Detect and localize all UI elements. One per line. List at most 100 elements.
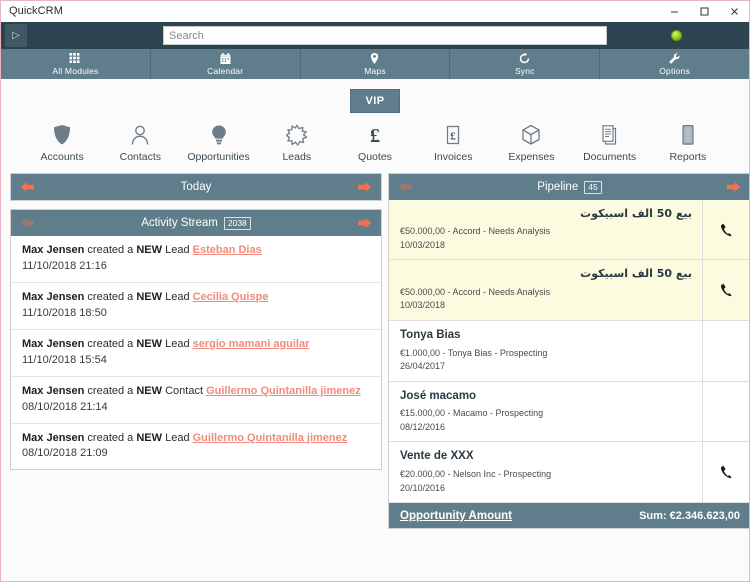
module-invoices[interactable]: £ Invoices [416,123,490,163]
vip-button[interactable]: VIP [350,89,400,113]
activity-record-link[interactable]: Esteban Dias [193,244,262,256]
module-label: Leads [282,151,311,163]
activity-actor: Max Jensen [22,338,84,350]
activity-record-link[interactable]: Guillermo Quintanilla jimenez [193,432,348,444]
today-panel: Today [10,173,382,201]
pipeline-prev-button[interactable] [398,181,413,194]
activity-row[interactable]: Max Jensen created a NEW Lead Esteban Di… [11,236,381,283]
close-button[interactable] [719,1,749,22]
activity-stream-panel: Activity Stream 2038 Max Jensen created … [10,209,382,470]
title-bar: QuickCRM [1,1,749,22]
activity-stream-title: Activity Stream 2038 [35,217,357,230]
pipeline-next-button[interactable] [726,181,741,194]
module-quotes[interactable]: £ Quotes [338,123,412,163]
activity-stream-header: Activity Stream 2038 [11,210,381,236]
nav-tab-maps[interactable]: Maps [301,49,451,79]
activity-row[interactable]: Max Jensen created a NEW Contact Guiller… [11,377,381,424]
minimize-icon [669,6,680,17]
app-window: QuickCRM ▷ [0,0,750,582]
pipeline-opportunity-date: 10/03/2018 [400,239,692,253]
minimize-button[interactable] [659,1,689,22]
module-row: Accounts Contacts [1,113,749,169]
activity-row[interactable]: Max Jensen created a NEW Lead sergio mam… [11,330,381,377]
activity-date: 11/10/2018 18:50 [22,306,372,322]
module-label: Expenses [508,151,554,163]
pipeline-row[interactable]: بيع 50 الف اسبيكوت €50.000,00 - Accord - … [389,200,749,260]
pipeline-row[interactable]: José macamo €15.000,00 - Macamo - Prospec… [389,382,749,443]
pipeline-row-main: Tonya Bias€1.000,00 - Tonya Bias - Prosp… [389,321,702,381]
arrow-right-icon [357,217,372,229]
nav-tab-sync[interactable]: Sync [450,49,600,79]
today-panel-title: Today [35,181,357,193]
search-bar: ▷ [1,22,749,49]
documents-icon [600,123,620,147]
svg-text:£: £ [450,131,456,143]
pipeline-header: Pipeline 45 [389,174,749,200]
maximize-button[interactable] [689,1,719,22]
pipeline-row[interactable]: Vente de XXX€20.000,00 - Nelson Inc - Pr… [389,442,749,503]
activity-row[interactable]: Max Jensen created a NEW Lead Guillermo … [11,424,381,470]
module-label: Accounts [41,151,84,163]
module-reports[interactable]: Reports [651,123,725,163]
today-panel-header: Today [11,174,381,200]
maximize-icon [699,6,710,17]
pipeline-title: Pipeline 45 [413,181,726,194]
activity-actor: Max Jensen [22,385,84,397]
nav-tab-label: Options [659,66,690,76]
activity-record-link[interactable]: Cecilia Quispe [193,291,269,303]
module-opportunities[interactable]: Opportunities [182,123,256,163]
pipeline-opportunity-detail: €50.000,00 - Accord - Needs Analysis [400,225,692,239]
pipeline-call-button [702,321,749,381]
activity-date: 11/10/2018 15:54 [22,353,372,369]
opportunity-amount-link[interactable]: Opportunity Amount [400,510,512,522]
module-contacts[interactable]: Contacts [103,123,177,163]
module-documents[interactable]: Documents [573,123,647,163]
module-label: Documents [583,151,636,163]
pipeline-sum-value: Sum: €2.346.623,00 [639,510,740,522]
pipeline-panel: Pipeline 45 بيع 50 الف اسبيكوت €50.000,00… [388,173,749,529]
activity-actor: Max Jensen [22,244,84,256]
nav-tab-all-modules[interactable]: All Modules [1,49,151,79]
pipeline-call-button[interactable] [702,260,749,319]
back-button[interactable]: ▷ [5,24,27,47]
activity-text: Max Jensen created a NEW Lead Cecilia Qu… [22,290,372,306]
pipeline-opportunity-detail: €15.000,00 - Macamo - Prospecting [400,407,692,421]
nav-tab-options[interactable]: Options [600,49,749,79]
person-icon [130,123,150,147]
search-input[interactable] [163,26,607,45]
nav-tab-label: Sync [515,66,535,76]
module-expenses[interactable]: Expenses [494,123,568,163]
activity-stream-next-button[interactable] [357,217,372,230]
nav-tab-label: Calendar [207,66,243,76]
pipeline-opportunity-name: José macamo [400,389,692,404]
calendar-icon [219,52,232,65]
activity-record-link[interactable]: Guillermo Quintanilla jimenez [206,385,361,397]
activity-record-link[interactable]: sergio mamani aguilar [193,338,310,350]
today-next-button[interactable] [357,181,372,194]
cube-icon [521,123,541,147]
module-accounts[interactable]: Accounts [25,123,99,163]
pipeline-call-button[interactable] [702,442,749,502]
pipeline-row[interactable]: Tonya Bias€1.000,00 - Tonya Bias - Prosp… [389,321,749,382]
pipeline-row-main: بيع 50 الف اسبيكوت€50.000,00 - Accord - … [389,260,702,319]
pipeline-opportunity-name: Tonya Bias [400,328,692,343]
phone-icon [720,283,733,297]
dashboard: Today A [1,169,749,581]
activity-stream-prev-button[interactable] [20,217,35,230]
activity-row[interactable]: Max Jensen created a NEW Lead Cecilia Qu… [11,283,381,330]
pipeline-row[interactable]: بيع 50 الف اسبيكوت€50.000,00 - Accord - … [389,260,749,320]
status-indicator-wrap [607,30,745,41]
module-leads[interactable]: Leads [260,123,334,163]
module-label: Opportunities [187,151,249,163]
pipeline-row-main: بيع 50 الف اسبيكوت €50.000,00 - Accord - … [389,200,702,259]
pipeline-opportunity-detail: €20.000,00 - Nelson Inc - Prospecting [400,468,692,482]
nav-tab-calendar[interactable]: Calendar [151,49,301,79]
pipeline-call-button[interactable] [702,200,749,259]
module-label: Contacts [120,151,161,163]
dashboard-left-column: Today A [10,173,382,470]
pipeline-title-text: Pipeline [537,181,578,193]
pipeline-opportunity-date: 26/04/2017 [400,360,692,374]
activity-stream-list: Max Jensen created a NEW Lead Esteban Di… [11,236,381,469]
pipeline-opportunity-name: بيع 50 الف اسبيكوت [400,207,692,221]
today-prev-button[interactable] [20,181,35,194]
